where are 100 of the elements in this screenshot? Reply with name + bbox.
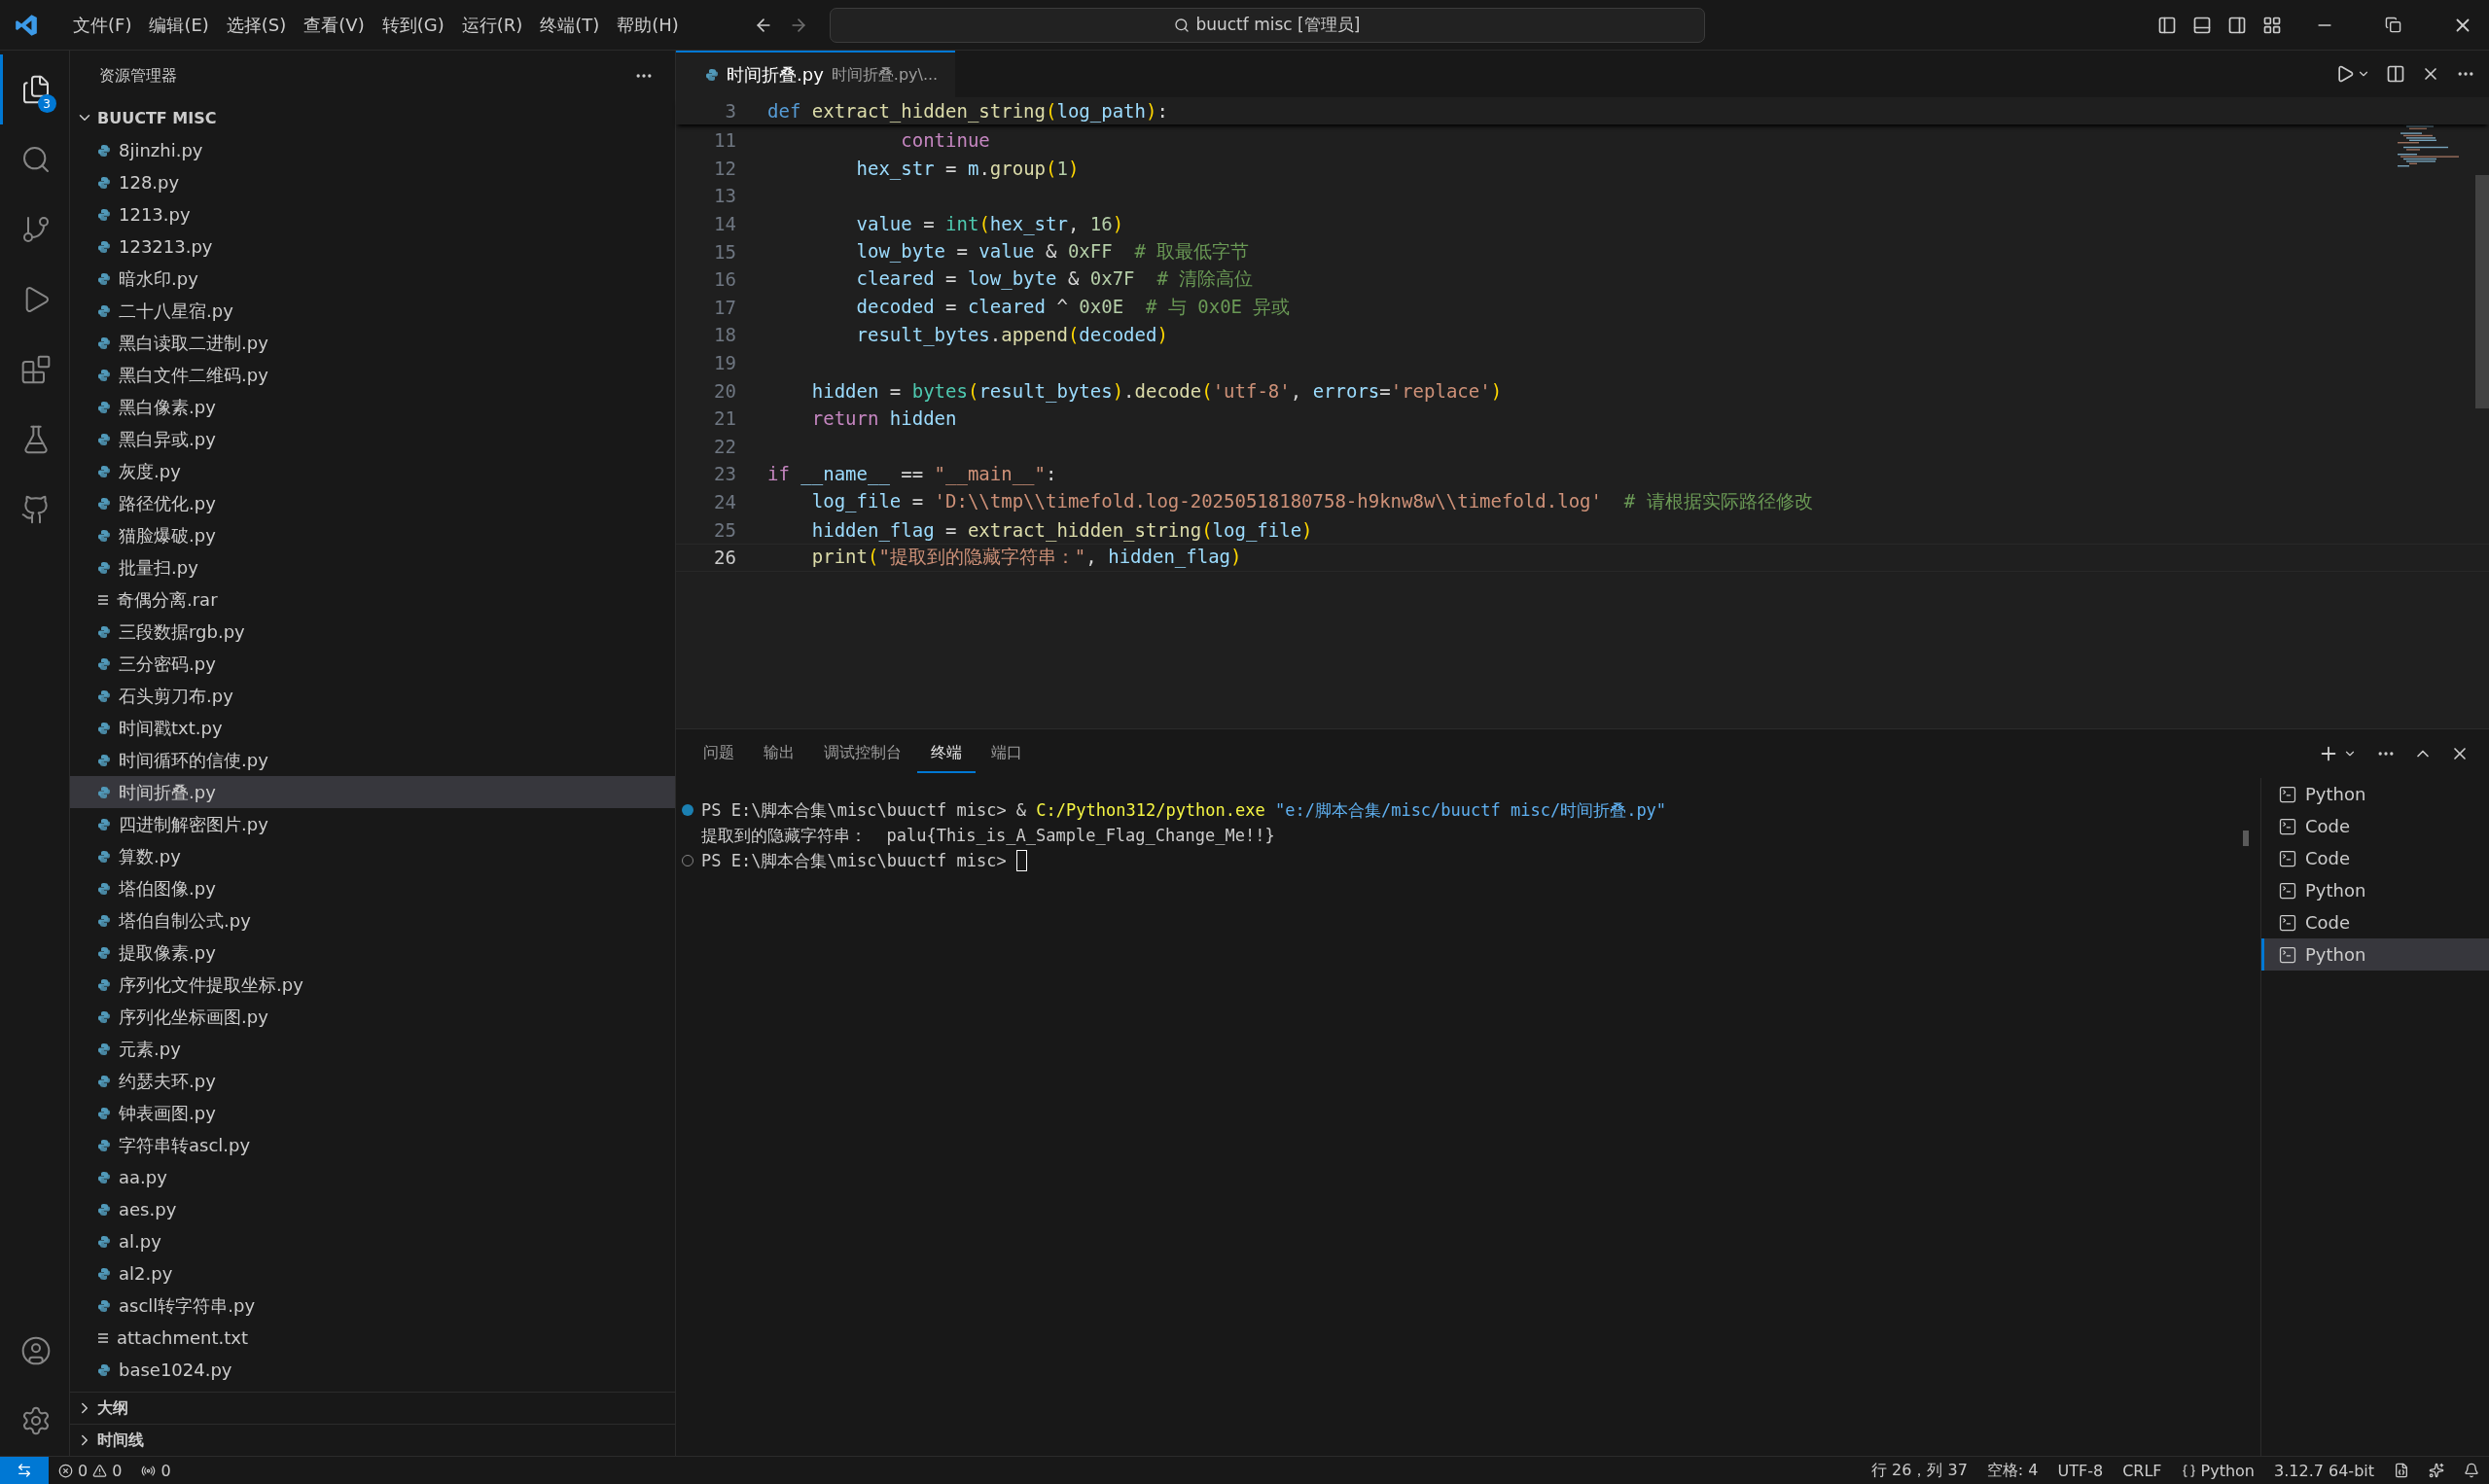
- line-number: 15: [713, 240, 736, 263]
- file-item[interactable]: 123213.py: [70, 230, 675, 263]
- remote-button[interactable]: [0, 1457, 49, 1484]
- file-item[interactable]: 猫脸爆破.py: [70, 519, 675, 551]
- file-item[interactable]: 128.py: [70, 166, 675, 198]
- line-number: 25: [713, 518, 736, 541]
- code-line: decoded = cleared ^ 0x0E # 与 0x0E 异或: [855, 294, 1291, 319]
- file-item[interactable]: al.py: [70, 1225, 675, 1257]
- file-item[interactable]: 黑白异或.py: [70, 423, 675, 455]
- python-icon: [97, 1009, 111, 1024]
- file-item[interactable]: 序列化文件提取坐标.py: [70, 969, 675, 1001]
- python-icon: [97, 1074, 111, 1088]
- terminal-item[interactable]: Python: [2261, 874, 2489, 906]
- interpreter-version[interactable]: 3.12.7 64-bit: [2264, 1461, 2384, 1480]
- menu-item[interactable]: 转到(G): [373, 13, 453, 37]
- file-item[interactable]: 塔伯图像.py: [70, 872, 675, 904]
- code-line: hidden = bytes(result_bytes).decode('utf-8', errors='replace'): [810, 379, 1503, 402]
- command-center[interactable]: buuctf misc [管理员]: [829, 7, 1705, 43]
- menu-item[interactable]: 运行(R): [452, 13, 532, 37]
- code-line: hex_str = m.group(1): [855, 157, 1080, 179]
- scrollbar-thumb[interactable]: [2475, 175, 2489, 408]
- ports-button[interactable]: 0: [131, 1461, 181, 1480]
- file-item[interactable]: 塔伯自制公式.py: [70, 904, 675, 936]
- panel-tab[interactable]: 终端: [917, 734, 976, 773]
- terminal-item[interactable]: Code: [2261, 810, 2489, 842]
- command-status-icon[interactable]: [682, 804, 693, 816]
- file-item[interactable]: 灰度.py: [70, 455, 675, 487]
- file-item[interactable]: base1024.py: [70, 1354, 675, 1386]
- file-item[interactable]: 黑白读取二进制.py: [70, 327, 675, 359]
- file-item[interactable]: 路径优化.py: [70, 487, 675, 519]
- file-item[interactable]: 四进制解密图片.py: [70, 808, 675, 840]
- python-icon: [97, 496, 111, 511]
- python-icon: [97, 881, 111, 896]
- section-header[interactable]: 大纲: [70, 1392, 675, 1424]
- file-item[interactable]: ascll转字符串.py: [70, 1290, 675, 1322]
- terminal-item[interactable]: Python: [2261, 938, 2489, 971]
- file-item[interactable]: 二十八星宿.py: [70, 295, 675, 327]
- python-icon: [97, 689, 111, 703]
- search-icon: [1174, 17, 1191, 33]
- file-item[interactable]: 时间戳txt.py: [70, 712, 675, 744]
- line-number: 17: [713, 296, 736, 318]
- file-item[interactable]: attachment.txt: [70, 1322, 675, 1354]
- code-line: log_file = 'D:\\tmp\\timefold.log-20250518180758-h9knw8w\\timefold.log' # 请根据实际路径修改: [810, 489, 1813, 514]
- menu-item[interactable]: 选择(S): [217, 13, 296, 37]
- file-item[interactable]: 提取像素.py: [70, 936, 675, 969]
- terminal-item[interactable]: Python: [2261, 778, 2489, 810]
- problems-button[interactable]: 0 0: [49, 1461, 132, 1480]
- file-item[interactable]: 序列化坐标画图.py: [70, 1001, 675, 1033]
- folder-header[interactable]: BUUCTF MISC: [70, 101, 675, 134]
- file-item[interactable]: 黑白文件二维码.py: [70, 359, 675, 391]
- line-number: 14: [713, 213, 736, 235]
- panel-tab[interactable]: 调试控制台: [810, 734, 915, 773]
- file-item[interactable]: 批量扫.py: [70, 551, 675, 583]
- indentation[interactable]: 空格: 4: [1976, 1460, 2048, 1481]
- file-item[interactable]: al2.py: [70, 1257, 675, 1290]
- file-item[interactable]: 三段数据rgb.py: [70, 616, 675, 648]
- file-item[interactable]: 三分密码.py: [70, 648, 675, 680]
- panel-tab[interactable]: 输出: [750, 734, 808, 773]
- terminal-icon: [2278, 816, 2297, 836]
- cursor-position[interactable]: 行 26，列 37: [1861, 1460, 1977, 1481]
- file-item[interactable]: 黑白像素.py: [70, 391, 675, 423]
- scrollbar-thumb[interactable]: [2243, 830, 2249, 846]
- file-item[interactable]: 1213.py: [70, 198, 675, 230]
- terminal-item[interactable]: Code: [2261, 906, 2489, 938]
- menu-item[interactable]: 查看(V): [295, 13, 373, 37]
- menu-item[interactable]: 终端(T): [531, 13, 609, 37]
- terminal-icon: [2278, 784, 2297, 804]
- code-line: if __name__ == "__main__":: [767, 463, 1057, 485]
- python-icon: [97, 1042, 111, 1056]
- python-icon: [97, 1234, 111, 1249]
- terminal-item[interactable]: Code: [2261, 842, 2489, 874]
- file-item[interactable]: 字符串转ascl.py: [70, 1129, 675, 1161]
- panel-tab[interactable]: 问题: [690, 734, 748, 773]
- editor-tab[interactable]: 时间折叠.py 时间折叠.py\...: [676, 51, 956, 97]
- file-item[interactable]: 约瑟夫环.py: [70, 1065, 675, 1097]
- language-mode[interactable]: Python: [2171, 1461, 2264, 1480]
- python-icon: [97, 1138, 111, 1152]
- file-item[interactable]: 8jinzhi.py: [70, 134, 675, 166]
- python-icon: [97, 624, 111, 639]
- menu-item[interactable]: 编辑(E): [140, 13, 218, 37]
- file-item[interactable]: 算数.py: [70, 840, 675, 872]
- file-item[interactable]: aa.py: [70, 1161, 675, 1193]
- encoding[interactable]: UTF-8: [2047, 1461, 2114, 1480]
- file-item[interactable]: 钟表画图.py: [70, 1097, 675, 1129]
- line-ending[interactable]: CRLF: [2113, 1461, 2172, 1480]
- python-icon: [97, 432, 111, 446]
- menu-item[interactable]: 文件(F): [64, 13, 141, 37]
- line-number: 21: [713, 407, 736, 430]
- file-item[interactable]: aes.py: [70, 1193, 675, 1225]
- python-icon: [97, 1298, 111, 1313]
- file-item[interactable]: 元素.py: [70, 1033, 675, 1065]
- panel-tab[interactable]: 端口: [978, 734, 1036, 773]
- line-number: 16: [713, 268, 736, 291]
- file-item[interactable]: 奇偶分离.rar: [70, 583, 675, 616]
- menu-item[interactable]: 帮助(H): [608, 13, 688, 37]
- file-item[interactable]: 暗水印.py: [70, 263, 675, 295]
- line-number: 20: [713, 379, 736, 402]
- file-item[interactable]: 石头剪刀布.py: [70, 680, 675, 712]
- file-item[interactable]: 时间折叠.py: [70, 776, 675, 808]
- file-item[interactable]: 时间循环的信使.py: [70, 744, 675, 776]
